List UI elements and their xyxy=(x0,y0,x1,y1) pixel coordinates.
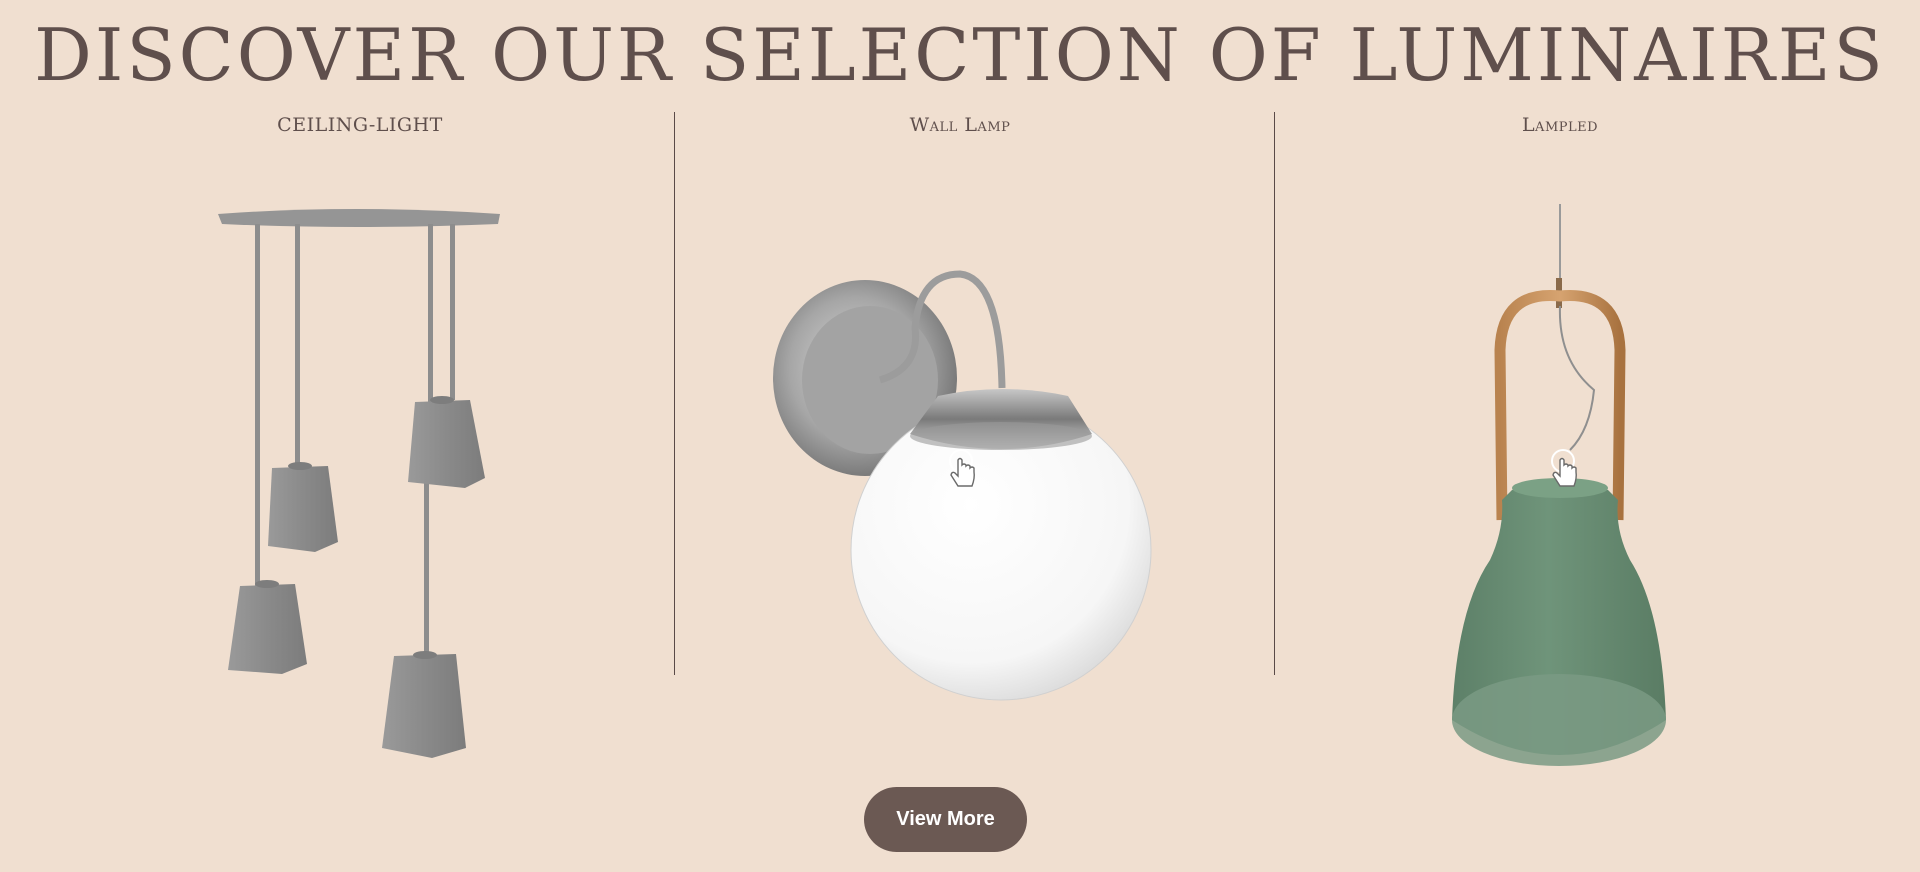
column-title-ceiling-light: CEILING-LIGHT xyxy=(277,114,443,136)
column-divider xyxy=(674,112,675,675)
column-title-lampled: Lampled xyxy=(1521,114,1599,136)
luminaires-section: DISCOVER OUR SELECTION OF LUMINAIRES CEI… xyxy=(0,0,1920,872)
column-title-wall-lamp: Wall Lamp xyxy=(909,114,1011,136)
ceiling-light-icon xyxy=(218,209,500,758)
wall-lamp-icon xyxy=(773,270,1152,701)
page-title: DISCOVER OUR SELECTION OF LUMINAIRES xyxy=(34,13,1886,97)
drag-hand-icon xyxy=(1551,449,1577,487)
column-divider xyxy=(1274,112,1275,675)
view-more-button[interactable]: View More xyxy=(864,787,1027,852)
ceiling-light-3d-viewer[interactable] xyxy=(210,200,510,770)
wall-lamp-3d-viewer[interactable] xyxy=(770,268,1160,718)
drag-hand-icon xyxy=(949,449,975,487)
